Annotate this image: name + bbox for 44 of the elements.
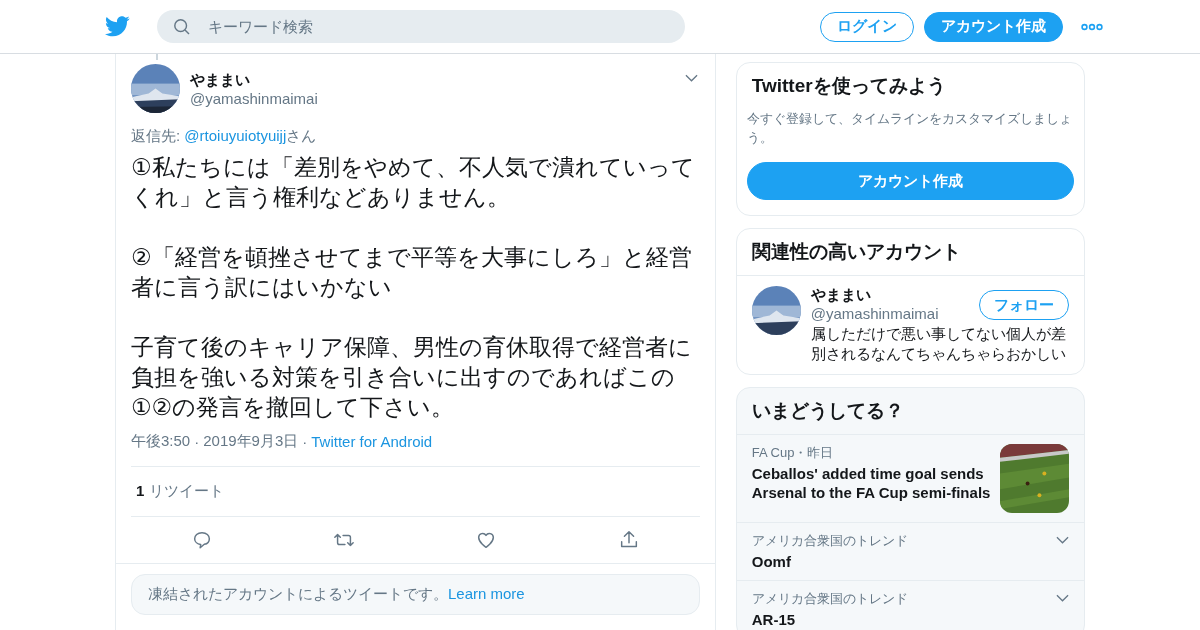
- reply-icon[interactable]: [191, 529, 213, 551]
- chevron-icon[interactable]: [684, 74, 698, 82]
- tweet-date: 2019年9月3日: [203, 432, 299, 451]
- card-title: いまどうしてる？: [736, 388, 1084, 435]
- chevron-icon[interactable]: [1056, 536, 1069, 544]
- trend-context: アメリカ合衆国のトレンド: [751, 532, 909, 550]
- tweet-paragraph: ①私たちには「差別をやめて、不人気で潰れていってくれ」と言う権利などありません。: [131, 153, 696, 212]
- tweet-time: 午後3:50: [131, 432, 191, 451]
- chevron-icon[interactable]: [1056, 594, 1069, 602]
- search-field[interactable]: キーワード検索: [157, 10, 685, 43]
- trend-title: Oomf: [751, 552, 792, 571]
- trend-context: アメリカ合衆国のトレンド: [751, 590, 909, 608]
- retweet-label: リツイート: [149, 482, 225, 499]
- signup-button[interactable]: アカウント作成: [924, 11, 1063, 42]
- account-name: やままい: [810, 286, 872, 305]
- account-handle: @yamashinmaimai: [810, 305, 939, 322]
- trend-item[interactable]: アメリカ合衆国のトレンド Oomf: [736, 522, 1084, 580]
- more-icon[interactable]: [1081, 22, 1103, 31]
- bird-logo[interactable]: [105, 16, 130, 37]
- tweet-paragraph: ②「経営を頓挫させてまで平等を大事にしろ」と経営者に言う訳にはいかない: [131, 243, 693, 302]
- reply-to-link[interactable]: @rtoiuyuiotyuijj: [184, 127, 287, 144]
- card-title: Twitterを使ってみよう: [750, 74, 947, 98]
- reply-to-text: 返信先: @rtoiuyuiotyuijjさん: [131, 127, 318, 146]
- author-handle: @yamashinmaimai: [190, 89, 318, 107]
- follow-button[interactable]: フォロー: [979, 290, 1069, 320]
- source-link[interactable]: Twitter for Android: [311, 433, 433, 450]
- login-button[interactable]: ログイン: [820, 11, 914, 42]
- suspended-notice: 凍結されたアカウントによるツイートです。Learn more: [131, 574, 700, 615]
- card-title: 関連性の高いアカウント: [736, 229, 1084, 276]
- author-name: やままい: [190, 70, 251, 90]
- account-bio: 属しただけで悪い事してない個人が差別されるなんてちゃんちゃらおかしい: [810, 324, 1067, 364]
- news-item[interactable]: FA Cup・昨日 Ceballos' added time goal sends Arsenal to the FA Cup semi-finals: [736, 435, 1084, 522]
- separator-dot: ·: [194, 433, 200, 450]
- trend-context: FA Cup・昨日: [751, 444, 835, 462]
- trend-title: AR-15: [751, 610, 797, 629]
- signup-button[interactable]: アカウント作成: [746, 162, 1074, 200]
- learn-more-link[interactable]: Learn more: [448, 585, 525, 602]
- search-icon: [173, 18, 191, 36]
- trend-item[interactable]: アメリカ合衆国のトレンド AR-15: [736, 580, 1084, 630]
- signup-text: 今すぐ登録して、タイムラインをカスタマイズしましょう。: [746, 110, 1073, 147]
- separator-dot: ·: [302, 433, 308, 450]
- tweet-paragraph: 子育て後のキャリア保障、男性の育休取得で経営者に負担を強いる対策を引き合いに出すのであればこの①②の発言を撤回して下さい。: [131, 333, 693, 422]
- trend-title: Ceballos' added time goal sends Arsenal to the FA Cup semi-finals: [751, 464, 992, 502]
- retweet-count: 1: [136, 482, 145, 499]
